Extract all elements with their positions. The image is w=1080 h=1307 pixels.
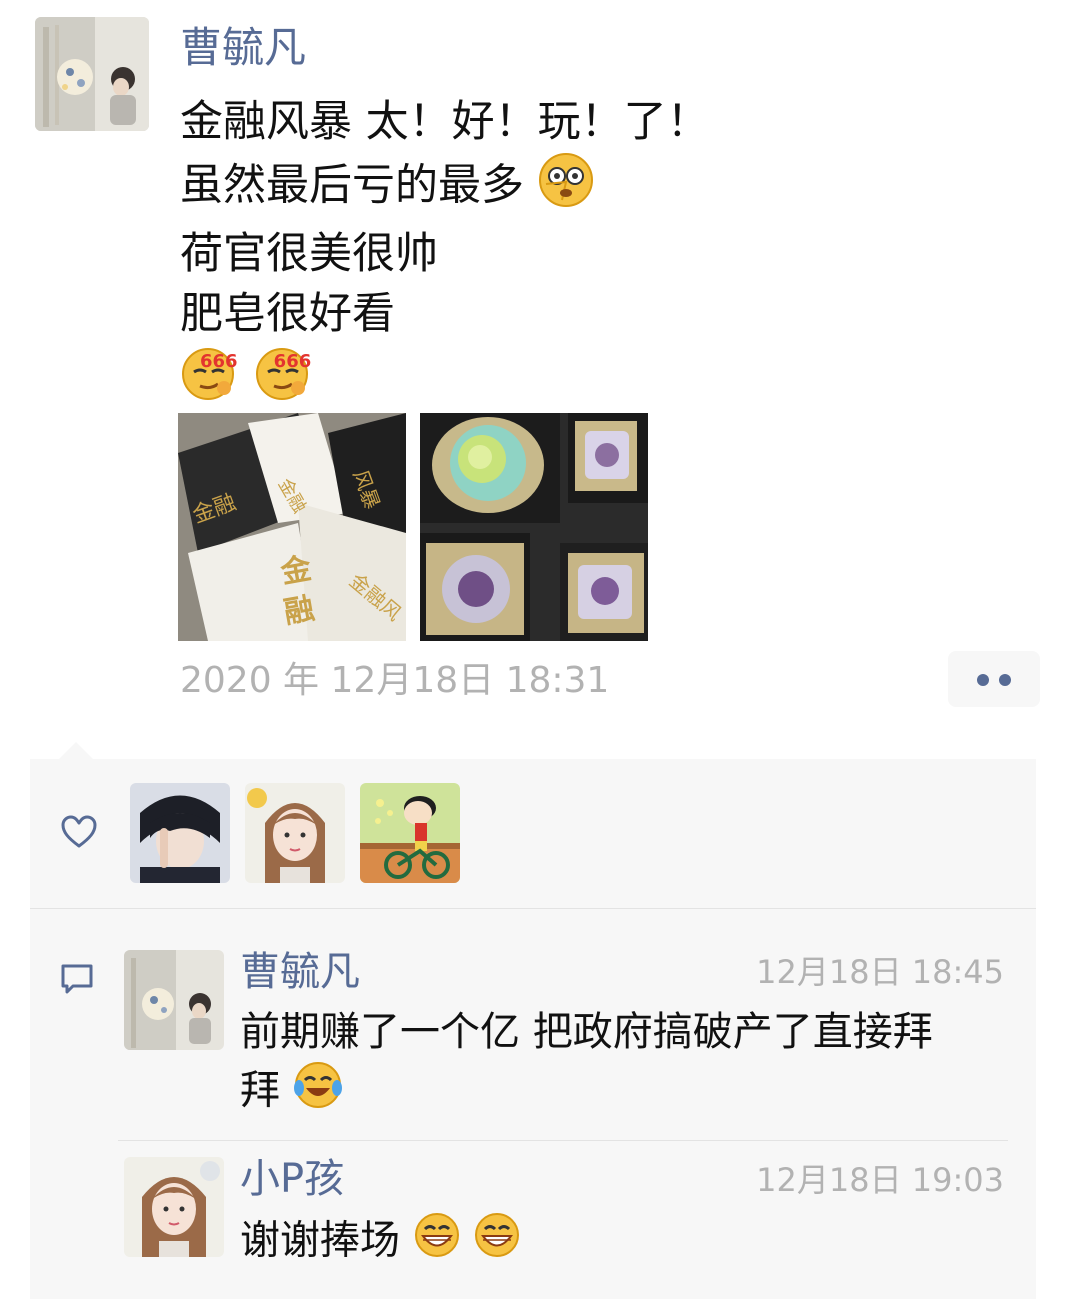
dizzy-face-emoji-icon [538, 152, 594, 224]
comment-2-time: 12月18日 19:03 [756, 1161, 1004, 1199]
comment-avatar-2[interactable] [124, 1157, 224, 1257]
post-line-3: 荷官很美很帅 [180, 229, 438, 279]
emoji-666-label: 666 [273, 351, 312, 372]
comment-bubble-icon [59, 962, 95, 1000]
svg-text:融: 融 [281, 591, 317, 631]
comment-1-author[interactable]: 曹毓凡 [240, 945, 360, 999]
grinning-emoji-icon [473, 1211, 521, 1274]
emoji-666-label: 666 [200, 351, 238, 372]
comment-2-text: 谢谢捧场 [240, 1211, 1020, 1274]
post-body: 金融风暴 太！好！玩！了！ 虽然最后亏的最多 荷官很美很帅 肥皂很好看 666 … [180, 92, 1040, 404]
comment-1-text: 前期赚了一个亿 把政府搞破产了直接拜 拜 [240, 1004, 1020, 1125]
post-line-5: 666 666 [180, 344, 1040, 404]
heart-icon [60, 814, 98, 854]
author-avatar[interactable] [35, 17, 149, 131]
post-photo-cards[interactable]: 金融 金融 风暴 金 融 金融风 [178, 413, 406, 641]
like-avatar-2[interactable] [245, 783, 345, 883]
post-timestamp: 2020 年 12月18日 18:31 [180, 660, 610, 701]
post-author-name[interactable]: 曹毓凡 [180, 18, 306, 78]
likes-comments-divider [30, 908, 1036, 909]
comment-divider [118, 1140, 1008, 1141]
post-line-1: 金融风暴 太！好！玩！了！ [180, 97, 710, 147]
more-actions-button[interactable] [948, 651, 1040, 707]
panel-pointer-arrow [58, 742, 94, 760]
post-photo-soaps[interactable] [420, 413, 648, 641]
like-avatar-1[interactable] [130, 783, 230, 883]
comment-2-author[interactable]: 小P孩 [240, 1152, 344, 1206]
smirk-666-emoji-icon: 666 [254, 344, 311, 416]
post-line-2: 虽然最后亏的最多 [180, 152, 1040, 224]
crying-laughing-emoji-icon [293, 1060, 343, 1125]
two-dots-icon [977, 674, 1011, 686]
comment-avatar-1[interactable] [124, 950, 224, 1050]
smirk-666-emoji-icon: 666 [180, 344, 238, 416]
comment-1-time: 12月18日 18:45 [756, 953, 1004, 991]
like-avatar-3[interactable] [360, 783, 460, 883]
grinning-emoji-icon [413, 1211, 461, 1274]
